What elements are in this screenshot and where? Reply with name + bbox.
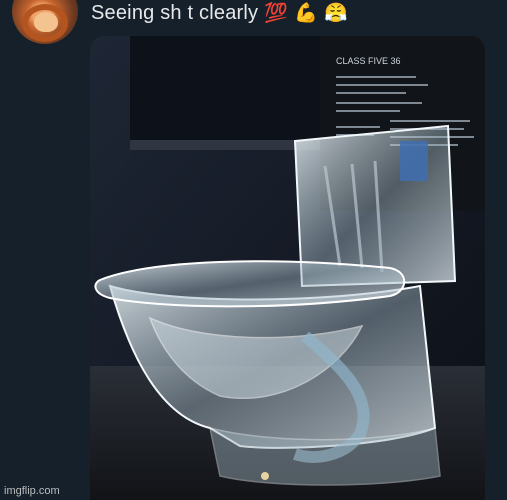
post-photo[interactable]: CLASS FIVE 36 — [90, 36, 485, 500]
upper-shelf — [130, 36, 322, 148]
shelf-edge — [130, 140, 322, 150]
post-caption: Seeing sh t clearly 💯 💪 😤 — [91, 0, 348, 26]
flexed-biceps-emoji-icon: 💪 — [294, 2, 318, 24]
floor-bolt — [261, 472, 269, 480]
meme-post: Seeing sh t clearly 💯 💪 😤 CLASS FIVE 36 … — [0, 0, 507, 500]
transparent-toilet-photo: CLASS FIVE 36 — [90, 36, 485, 500]
imgflip-watermark: imgflip.com — [4, 485, 60, 497]
lion-avatar-icon[interactable] — [12, 0, 78, 44]
sign-title: CLASS FIVE 36 — [336, 56, 401, 66]
flush-valve — [400, 141, 428, 181]
hundred-points-emoji-icon: 💯 — [264, 2, 289, 24]
caption-text: Seeing sh t clearly — [91, 1, 259, 24]
avatar-face — [34, 12, 58, 32]
steam-face-emoji-icon: 😤 — [323, 2, 348, 24]
